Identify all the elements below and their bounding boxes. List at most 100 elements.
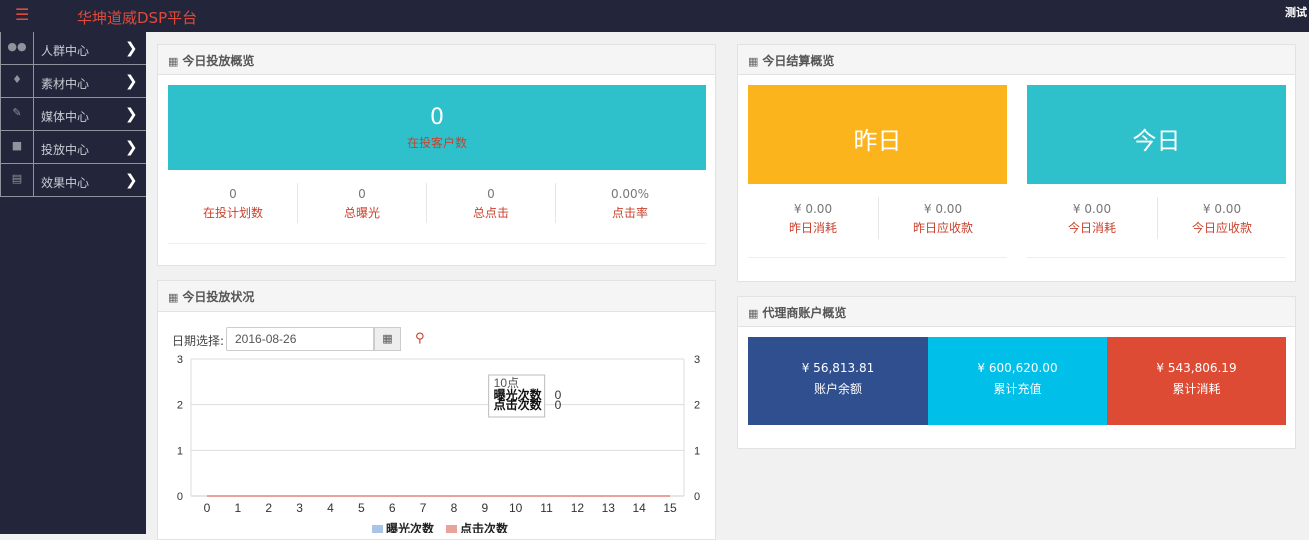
- user-name[interactable]: 测试: [1285, 4, 1307, 20]
- y-tick-label: 2: [177, 400, 183, 412]
- y-tick-label: 1: [694, 445, 700, 457]
- video-icon: ■: [1, 131, 34, 163]
- x-tick-label: 10: [509, 501, 523, 515]
- chart-grid: [190, 358, 685, 497]
- top-bar: ☰ 华坤道威DSP平台 测试: [0, 0, 1309, 32]
- x-tick-label: 5: [358, 501, 365, 515]
- sidebar-item-audience[interactable]: ●● 人群中心 ❯: [0, 32, 146, 65]
- search-icon[interactable]: ⚲: [415, 331, 425, 346]
- accounts-label: 在投客户数: [406, 136, 467, 150]
- panel-header: ▦ 代理商账户概览: [738, 297, 1295, 327]
- stat-label: 总点击: [472, 206, 509, 220]
- y-axis-right: 0 1 2 3: [694, 354, 700, 503]
- stat-value: ¥ 0.00: [1202, 202, 1242, 216]
- tooltip-value: 0: [555, 398, 562, 412]
- stat-today-spend: ¥ 0.00 今日消耗: [1027, 202, 1157, 236]
- stat-impressions: 0 总曝光: [297, 187, 427, 221]
- stat-label: 昨日消耗: [788, 221, 837, 235]
- agent-blocks: ¥ 56,813.81 账户余额 ¥ 600,620.00 累计充值 ¥ 543…: [748, 337, 1286, 425]
- sidebar: ●● 人群中心 ❯ ♦ 素材中心 ❯ ✎ 媒体中心 ❯ ■ 投放中心 ❯ ▤ 效…: [0, 32, 146, 534]
- sidebar-item-delivery[interactable]: ■ 投放中心 ❯: [0, 131, 146, 164]
- y-tick-label: 0: [177, 491, 183, 503]
- stat-label: 今日消耗: [1067, 221, 1116, 235]
- agent-recharge-block: ¥ 600,620.00 累计充值: [928, 337, 1107, 425]
- agent-label: 累计消耗: [1172, 382, 1221, 396]
- sidebar-item-label: 效果中心: [41, 176, 90, 190]
- stat-ctr: 0.00% 点击率: [555, 187, 705, 221]
- chevron-right-icon: ❯: [125, 105, 138, 123]
- tags-icon: ♦: [1, 65, 34, 97]
- card-icon: ▤: [1, 164, 34, 196]
- agent-balance-block: ¥ 56,813.81 账户余额: [748, 337, 928, 425]
- yesterday-box: 昨日: [748, 85, 1007, 184]
- x-tick-label: 14: [632, 501, 646, 515]
- agent-value: ¥ 543,806.19: [1156, 361, 1237, 375]
- y-tick-label: 1: [177, 445, 183, 457]
- brand-title[interactable]: 华坤道威DSP平台: [77, 7, 197, 29]
- x-tick-label: 3: [296, 501, 303, 515]
- stat-label: 总曝光: [343, 206, 380, 220]
- chart-tooltip: 10点曝光次数 0点击次数 0: [488, 374, 562, 418]
- stat-label: 点击率: [611, 206, 648, 220]
- x-tick-label: 4: [327, 501, 334, 515]
- x-tick-label: 0: [204, 501, 211, 515]
- today-label: 今日: [1132, 127, 1181, 155]
- stat-label: 昨日应收款: [912, 221, 973, 235]
- stat-yesterday-receivable: ¥ 0.00 昨日应收款: [878, 202, 1008, 236]
- chevron-right-icon: ❯: [125, 72, 138, 90]
- grid-icon: ▦: [168, 291, 179, 304]
- stat-today-receivable: ¥ 0.00 今日应收款: [1157, 202, 1287, 236]
- y-tick-label: 3: [177, 354, 183, 366]
- grid-icon: ▦: [748, 55, 759, 68]
- sidebar-item-label: 素材中心: [41, 77, 90, 91]
- y-tick-label: 2: [694, 400, 700, 412]
- agent-value: ¥ 600,620.00: [977, 361, 1058, 375]
- legend-swatch: [372, 525, 383, 533]
- x-axis: 0 1 2 3 4 5 6 7 8 9 10 11 12 13 14 15: [204, 501, 677, 515]
- edit-icon: ✎: [1, 98, 34, 130]
- stat-value: 0.00%: [610, 187, 650, 201]
- x-tick-label: 7: [420, 501, 427, 515]
- agent-value: ¥ 56,813.81: [801, 361, 875, 375]
- x-tick-label: 2: [265, 501, 272, 515]
- stat-value: 0: [487, 187, 495, 201]
- x-tick-label: 8: [451, 501, 458, 515]
- hamburger-icon[interactable]: ☰: [15, 5, 29, 25]
- divider: [748, 257, 1007, 258]
- agent-panel: ▦ 代理商账户概览 ¥ 56,813.81 账户余额 ¥ 600,620.00 累…: [737, 296, 1296, 449]
- panel-header: ▦ 今日投放概览: [158, 45, 715, 75]
- chart-legend: 曝光次数 点击次数: [372, 521, 509, 533]
- stat-clicks: 0 总点击: [426, 187, 556, 221]
- users-icon: ●●: [1, 32, 34, 64]
- panel-title: 今日投放状况: [182, 290, 255, 304]
- stat-yesterday-spend: ¥ 0.00 昨日消耗: [748, 202, 878, 236]
- sidebar-item-media[interactable]: ✎ 媒体中心 ❯: [0, 98, 146, 131]
- divider: [1027, 257, 1286, 258]
- accounts-box: 0 在投客户数: [168, 85, 706, 170]
- x-tick-label: 13: [602, 501, 616, 515]
- y-tick-label: 3: [694, 354, 700, 366]
- today-box: 今日: [1027, 85, 1286, 184]
- divider: [168, 243, 706, 244]
- stat-value: ¥ 0.00: [1072, 202, 1112, 216]
- legend-swatch: [446, 525, 457, 533]
- sidebar-item-creative[interactable]: ♦ 素材中心 ❯: [0, 65, 146, 98]
- x-tick-label: 11: [540, 501, 553, 515]
- calendar-icon[interactable]: ▦: [374, 327, 401, 351]
- stat-label: 今日应收款: [1191, 221, 1252, 235]
- x-tick-label: 9: [481, 501, 488, 515]
- chevron-right-icon: ❯: [125, 138, 138, 156]
- sidebar-item-performance[interactable]: ▤ 效果中心 ❯: [0, 164, 146, 197]
- stat-plans: 0 在投计划数: [168, 187, 298, 221]
- grid-icon: ▦: [748, 307, 759, 320]
- stat-value: 0: [358, 187, 366, 201]
- stat-value: ¥ 0.00: [923, 202, 963, 216]
- y-tick-label: 0: [694, 491, 700, 503]
- sidebar-item-label: 媒体中心: [41, 110, 90, 124]
- date-input[interactable]: [226, 327, 374, 351]
- date-label: 日期选择:: [172, 334, 225, 348]
- today-delivery-panel: ▦ 今日投放概览 0 在投客户数 0 在投计划数 0 总曝光 0 总点击 0.00…: [157, 44, 716, 266]
- sidebar-item-label: 投放中心: [41, 143, 90, 157]
- settlement-panel: ▦ 今日结算概览 昨日 今日 ¥ 0.00 昨日消耗 ¥ 0.00 昨日应收款 ¥…: [737, 44, 1296, 282]
- panel-header: ▦ 今日结算概览: [738, 45, 1295, 75]
